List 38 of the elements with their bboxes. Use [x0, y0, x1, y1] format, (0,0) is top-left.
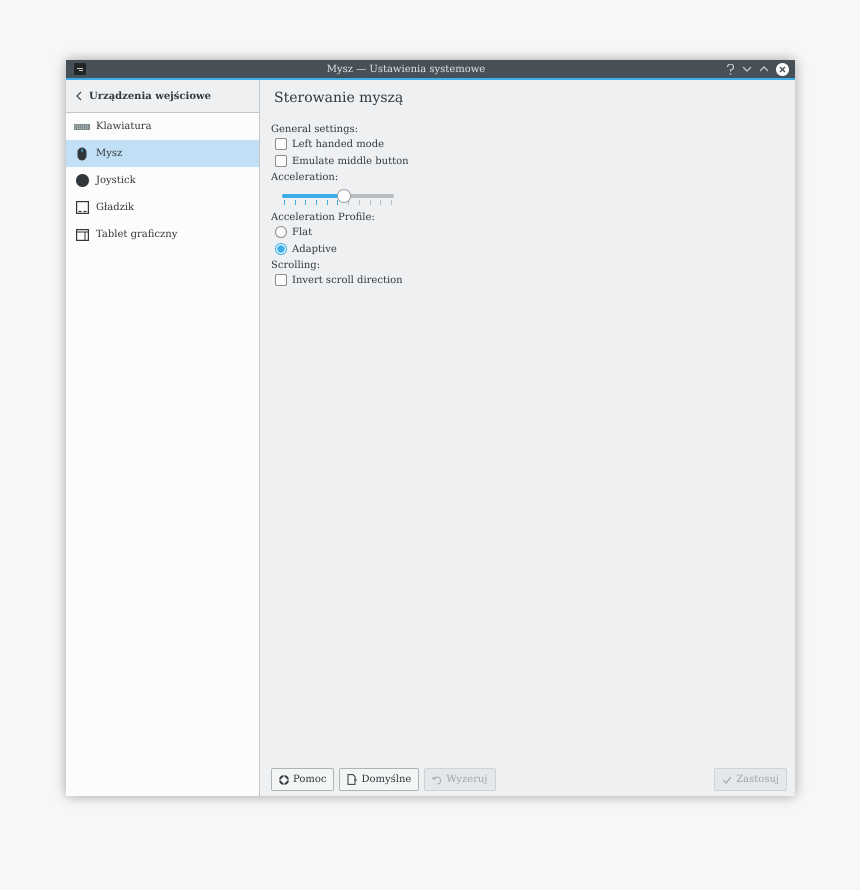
- dialog-button[interactable]: Pomoc: [271, 768, 334, 791]
- item-label: Mysz: [96, 148, 122, 159]
- app-icon: [74, 63, 86, 75]
- back-button[interactable]: Urządzenia wejściowe: [74, 88, 213, 104]
- maximize-icon[interactable]: [759, 66, 769, 72]
- tablet-icon: [74, 228, 90, 240]
- back-icon: [76, 91, 82, 101]
- item-label: Gładzik: [96, 202, 134, 213]
- radio-option[interactable]: Flat: [275, 226, 312, 238]
- keyboard-icon: [74, 124, 90, 130]
- sidebar-item[interactable]: Mysz: [66, 140, 259, 167]
- sidebar-item[interactable]: Gładzik: [66, 194, 259, 221]
- document-icon: [347, 774, 358, 785]
- section-label: General settings:: [271, 124, 360, 135]
- checkbox-option[interactable]: Left handed mode: [275, 138, 384, 150]
- item-label: Joystick: [96, 175, 136, 186]
- item-label: Tablet graficzny: [96, 229, 178, 240]
- minimize-icon[interactable]: [742, 66, 752, 72]
- help-icon: [279, 774, 289, 784]
- sidebar-item[interactable]: Joystick: [66, 167, 259, 194]
- sidebar-item[interactable]: Klawiatura: [66, 113, 259, 140]
- section-label: Scrolling:: [271, 260, 322, 271]
- undo-icon: [432, 774, 442, 784]
- section-label: Acceleration:: [271, 172, 340, 183]
- section-label: Acceleration Profile:: [271, 212, 376, 223]
- joystick-icon: [74, 174, 90, 187]
- checkbox-option[interactable]: Emulate middle button: [275, 155, 409, 167]
- touchpad-icon: [74, 201, 90, 214]
- window-title: Mysz — Ustawienia systemowe: [326, 64, 486, 74]
- checkbox-option[interactable]: Invert scroll direction: [275, 274, 403, 286]
- radio-option[interactable]: Adaptive: [275, 243, 337, 255]
- dialog-button[interactable]: Domyślne: [339, 768, 420, 791]
- close-icon[interactable]: [776, 62, 789, 76]
- sidebar-item[interactable]: Tablet graficzny: [66, 221, 259, 248]
- help-icon[interactable]: [726, 64, 735, 74]
- check-icon: [722, 776, 732, 784]
- page-title: Sterowanie myszą: [274, 90, 404, 106]
- item-label: Klawiatura: [96, 121, 152, 132]
